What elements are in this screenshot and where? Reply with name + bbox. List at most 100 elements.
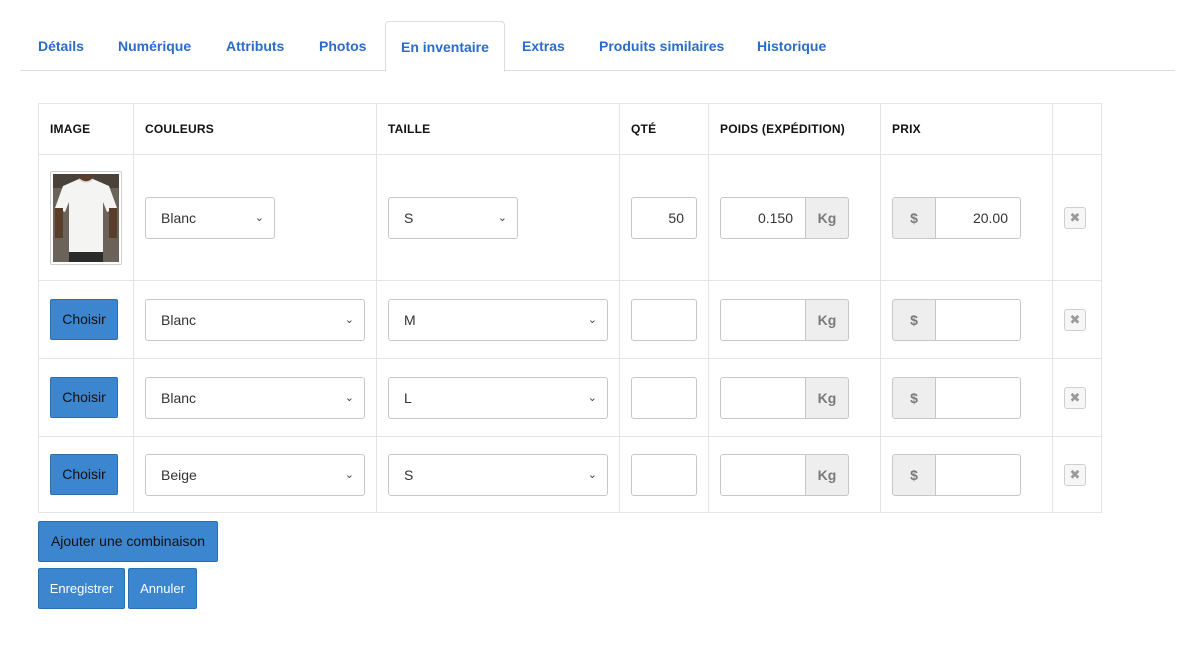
chevron-down-icon: ⌄: [587, 468, 597, 481]
price-cell: $: [880, 436, 1053, 513]
price-cell: $: [880, 358, 1053, 437]
price-input-group: $ 20.00: [892, 196, 1041, 239]
weight-cell: Kg: [708, 358, 881, 437]
table-header-row: IMAGE COULEURS TAILLE QTÉ POIDS (EXPÉDIT…: [38, 103, 1102, 155]
currency-addon: $: [892, 453, 936, 496]
weight-cell: Kg: [708, 280, 881, 359]
price-input[interactable]: [936, 298, 1021, 341]
color-select-value: Blanc: [161, 209, 197, 226]
tab-numerique[interactable]: Numérique: [103, 21, 206, 71]
tab-photos[interactable]: Photos: [304, 21, 381, 71]
chevron-down-icon: ⌄: [344, 468, 354, 481]
size-select[interactable]: S ⌄: [388, 196, 518, 239]
choose-image-button[interactable]: Choisir: [50, 454, 118, 495]
weight-input-group: 0.150 Kg: [720, 196, 869, 239]
price-cell: $: [880, 280, 1053, 359]
weight-input[interactable]: [720, 453, 806, 496]
price-input-group: $: [892, 298, 1041, 341]
product-thumbnail[interactable]: [50, 170, 122, 265]
price-input[interactable]: [936, 453, 1021, 496]
delete-cell: ✖: [1052, 154, 1102, 281]
color-select[interactable]: Beige ⌄: [145, 453, 365, 496]
close-icon[interactable]: ✖: [1064, 386, 1086, 409]
close-icon[interactable]: ✖: [1064, 206, 1086, 229]
qty-input[interactable]: [631, 298, 697, 341]
weight-cell: 0.150 Kg: [708, 154, 881, 281]
header-qte: QTÉ: [619, 103, 709, 155]
color-cell: Blanc ⌄: [133, 280, 377, 359]
header-actions: [1052, 103, 1102, 155]
price-input[interactable]: 20.00: [936, 196, 1021, 239]
color-cell: Beige ⌄: [133, 436, 377, 513]
size-select[interactable]: M ⌄: [388, 298, 608, 341]
size-select[interactable]: L ⌄: [388, 376, 608, 419]
tab-bar: Détails Numérique Attributs Photos En in…: [20, 21, 1175, 72]
header-couleurs: COULEURS: [133, 103, 377, 155]
tab-details[interactable]: Détails: [23, 21, 99, 71]
delete-cell: ✖: [1052, 280, 1102, 359]
tab-attributs[interactable]: Attributs: [211, 21, 299, 71]
tab-extras[interactable]: Extras: [507, 21, 580, 71]
size-select-value: S: [404, 466, 414, 483]
chevron-down-icon: ⌄: [344, 391, 354, 404]
weight-unit-addon: Kg: [806, 376, 849, 419]
size-select-value: S: [404, 209, 414, 226]
color-select[interactable]: Blanc ⌄: [145, 196, 275, 239]
color-select-value: Blanc: [161, 389, 197, 406]
image-cell: Choisir: [38, 436, 134, 513]
chevron-down-icon: ⌄: [344, 313, 354, 326]
color-select[interactable]: Blanc ⌄: [145, 376, 365, 419]
header-taille: TAILLE: [376, 103, 620, 155]
weight-unit-addon: Kg: [806, 196, 849, 239]
save-button[interactable]: Enregistrer: [38, 568, 125, 609]
weight-input[interactable]: [720, 298, 806, 341]
weight-input[interactable]: [720, 376, 806, 419]
qty-cell: [619, 280, 709, 359]
image-cell: Choisir: [38, 280, 134, 359]
delete-cell: ✖: [1052, 436, 1102, 513]
close-icon[interactable]: ✖: [1064, 308, 1086, 331]
image-cell: [38, 154, 134, 281]
qty-input[interactable]: 50: [631, 196, 697, 239]
weight-unit-addon: Kg: [806, 453, 849, 496]
qty-cell: [619, 358, 709, 437]
qty-input[interactable]: [631, 453, 697, 496]
currency-addon: $: [892, 196, 936, 239]
choose-image-button[interactable]: Choisir: [50, 299, 118, 340]
currency-addon: $: [892, 376, 936, 419]
weight-input-group: Kg: [720, 453, 869, 496]
weight-input-group: Kg: [720, 298, 869, 341]
chevron-down-icon: ⌄: [497, 211, 507, 224]
close-icon[interactable]: ✖: [1064, 463, 1086, 486]
choose-image-button[interactable]: Choisir: [50, 377, 118, 418]
weight-cell: Kg: [708, 436, 881, 513]
tab-produits-similaires[interactable]: Produits similaires: [584, 21, 739, 71]
weight-unit-addon: Kg: [806, 298, 849, 341]
table-row: Choisir Blanc ⌄ M ⌄ Kg $ ✖: [38, 280, 1102, 359]
price-input[interactable]: [936, 376, 1021, 419]
table-row: Choisir Beige ⌄ S ⌄ Kg $ ✖: [38, 436, 1102, 513]
qty-input[interactable]: [631, 376, 697, 419]
cancel-button[interactable]: Annuler: [128, 568, 197, 609]
color-cell: Blanc ⌄: [133, 154, 377, 281]
tab-en-inventaire[interactable]: En inventaire: [385, 21, 505, 72]
price-cell: $ 20.00: [880, 154, 1053, 281]
currency-addon: $: [892, 298, 936, 341]
chevron-down-icon: ⌄: [587, 391, 597, 404]
size-cell: S ⌄: [376, 436, 620, 513]
table-row: Blanc ⌄ S ⌄ 50 0.150 Kg $ 20.00 ✖: [38, 154, 1102, 281]
price-input-group: $: [892, 453, 1041, 496]
size-cell: L ⌄: [376, 358, 620, 437]
weight-input[interactable]: 0.150: [720, 196, 806, 239]
size-cell: M ⌄: [376, 280, 620, 359]
inventory-table: IMAGE COULEURS TAILLE QTÉ POIDS (EXPÉDIT…: [38, 103, 1102, 513]
color-cell: Blanc ⌄: [133, 358, 377, 437]
size-select[interactable]: S ⌄: [388, 453, 608, 496]
image-cell: Choisir: [38, 358, 134, 437]
add-combination-button[interactable]: Ajouter une combinaison: [38, 521, 218, 562]
color-select[interactable]: Blanc ⌄: [145, 298, 365, 341]
size-cell: S ⌄: [376, 154, 620, 281]
tab-historique[interactable]: Historique: [742, 21, 841, 71]
header-poids: POIDS (EXPÉDITION): [708, 103, 881, 155]
table-row: Choisir Blanc ⌄ L ⌄ Kg $ ✖: [38, 358, 1102, 437]
